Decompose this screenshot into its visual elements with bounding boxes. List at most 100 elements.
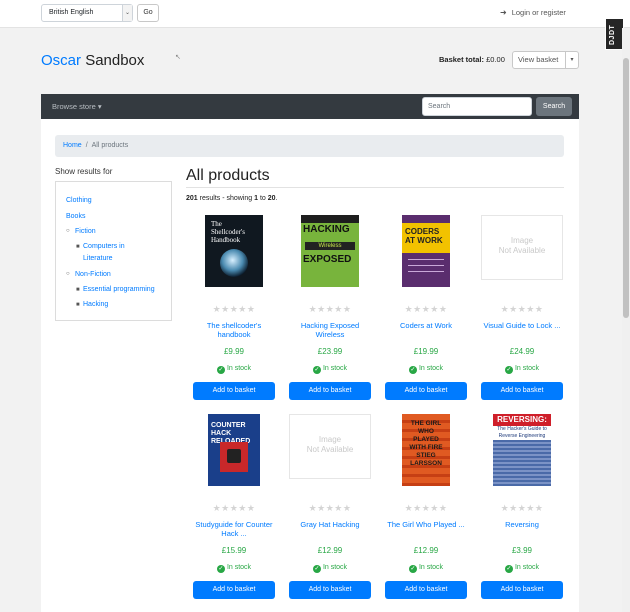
product-image[interactable]: COUNTER HACKRELOADED bbox=[208, 414, 260, 486]
product-image[interactable]: CODERS AT WORK bbox=[402, 215, 450, 287]
star-rating: ★★★★★ bbox=[212, 304, 256, 314]
breadcrumb: Home / All products bbox=[55, 135, 564, 157]
square-bullet-icon: ■ bbox=[76, 287, 80, 293]
sidebar-item-books[interactable]: Books bbox=[66, 213, 85, 220]
basket-total-value: £0.00 bbox=[486, 55, 505, 64]
navbar: Browse store ▾ Search Search bbox=[41, 94, 579, 119]
product-image[interactable]: Image Not Available bbox=[289, 414, 371, 479]
add-to-basket-button[interactable]: Add to basket bbox=[193, 382, 275, 400]
product-title[interactable]: The shellcoder's handbook bbox=[195, 321, 273, 339]
product-image[interactable]: The Shellcoder's Handbook bbox=[205, 215, 263, 287]
chevron-down-icon: ⌄ bbox=[122, 5, 132, 21]
add-to-basket-button[interactable]: Add to basket bbox=[481, 581, 563, 599]
image-not-available: Image Not Available bbox=[481, 215, 563, 280]
product-title[interactable]: Visual Guide to Lock ... bbox=[483, 321, 561, 330]
product-image[interactable]: REVERSING: The Hacker's Guide to Reverse … bbox=[493, 414, 551, 486]
add-to-basket-button[interactable]: Add to basket bbox=[481, 382, 563, 400]
sidebar-item-hacking[interactable]: Hacking bbox=[83, 301, 108, 308]
scrollbar-thumb[interactable] bbox=[623, 58, 629, 318]
caret-down-icon: ▾ bbox=[97, 102, 102, 111]
view-basket-button[interactable]: View basket ▾ bbox=[512, 51, 579, 69]
browse-store-dropdown[interactable]: Browse store ▾ bbox=[52, 102, 102, 111]
product-card: REVERSING: The Hacker's Guide to Reverse … bbox=[481, 414, 563, 600]
star-rating: ★★★★★ bbox=[404, 304, 448, 314]
product-image[interactable]: THE GIRL WHO PLAYED WITH FIRE STIEG LARSSON bbox=[402, 414, 450, 486]
brand-logo[interactable]: Oscar Sandbox bbox=[41, 52, 144, 69]
check-circle-icon: ✓ bbox=[408, 366, 417, 374]
add-to-basket-button[interactable]: Add to basket bbox=[193, 581, 275, 599]
stock-status: ✓ In stock bbox=[385, 365, 467, 374]
star-rating: ★★★★★ bbox=[404, 503, 448, 513]
basket-total-label: Basket total: bbox=[439, 55, 485, 64]
product-card: CODERS AT WORK ★★★★★ Coders at Work £19.9… bbox=[385, 215, 467, 401]
product-title[interactable]: Hacking Exposed Wireless bbox=[291, 321, 369, 339]
brand-main: Oscar bbox=[41, 52, 82, 69]
product-price: £12.99 bbox=[317, 546, 343, 555]
book-cover-girl-who-played: THE GIRL WHO PLAYED WITH FIRE STIEG LARSSON bbox=[402, 414, 450, 486]
star-rating: ★★★★★ bbox=[212, 503, 256, 513]
results-text: results - showing bbox=[199, 195, 253, 202]
product-title[interactable]: Studyguide for Counter Hack ... bbox=[195, 520, 273, 538]
sidebar-item-clothing[interactable]: Clothing bbox=[66, 197, 92, 204]
category-sidebar: Clothing Books ○ Fiction ■ Computers in … bbox=[55, 181, 172, 321]
login-link[interactable]: ➜ Login or register bbox=[500, 8, 566, 17]
sidebar-item-computers-in-literature-2[interactable]: Literature bbox=[83, 255, 113, 262]
stock-label: In stock bbox=[322, 564, 348, 571]
star-rating: ★★★★★ bbox=[500, 304, 544, 314]
results-from: 1 bbox=[254, 195, 259, 202]
search-input[interactable]: Search bbox=[422, 97, 532, 116]
sidebar-item-computers-in-literature-1[interactable]: Computers in bbox=[83, 243, 125, 250]
breadcrumb-separator: / bbox=[85, 142, 88, 149]
product-title[interactable]: Reversing bbox=[483, 520, 561, 529]
caret-down-icon[interactable]: ▾ bbox=[565, 52, 578, 68]
product-price: £12.99 bbox=[413, 546, 439, 555]
page-title: All products bbox=[186, 167, 270, 184]
circle-bullet-icon: ○ bbox=[66, 271, 70, 277]
sidebar-item-non-fiction[interactable]: Non-Fiction bbox=[75, 271, 111, 278]
add-to-basket-button[interactable]: Add to basket bbox=[289, 581, 371, 599]
product-card: The Shellcoder's Handbook ★★★★★ The shellc… bbox=[193, 215, 275, 401]
search-button[interactable]: Search bbox=[536, 97, 572, 116]
product-card: Image Not Available ★★★★★ Visual Guide to… bbox=[481, 215, 563, 401]
stock-label: In stock bbox=[226, 564, 252, 571]
page-scrollbar[interactable] bbox=[622, 28, 630, 612]
add-to-basket-button[interactable]: Add to basket bbox=[385, 382, 467, 400]
sidebar-item-fiction[interactable]: Fiction bbox=[75, 228, 96, 235]
product-title[interactable]: Coders at Work bbox=[387, 321, 465, 330]
view-basket-label: View basket bbox=[518, 55, 559, 64]
stock-status: ✓ In stock bbox=[289, 365, 371, 374]
sidebar-item-essential-programming[interactable]: Essential programming bbox=[83, 286, 155, 293]
go-button[interactable]: Go bbox=[137, 4, 159, 22]
star-rating: ★★★★★ bbox=[308, 503, 352, 513]
product-price: £9.99 bbox=[223, 347, 245, 356]
check-circle-icon: ✓ bbox=[504, 366, 513, 374]
stock-label: In stock bbox=[226, 365, 252, 372]
results-to-word: to bbox=[259, 195, 266, 202]
stock-status: ✓ In stock bbox=[289, 564, 371, 573]
brand-sub: Sandbox bbox=[85, 52, 145, 69]
stock-label: In stock bbox=[418, 365, 444, 372]
language-select[interactable]: British English ⌄ bbox=[41, 4, 133, 22]
divider bbox=[186, 187, 564, 188]
product-card: COUNTER HACKRELOADED ★★★★★ Studyguide fo… bbox=[193, 414, 275, 600]
star-rating: ★★★★★ bbox=[500, 503, 544, 513]
language-select-value: British English bbox=[49, 9, 94, 16]
stock-label: In stock bbox=[322, 365, 348, 372]
sidebar-title: Show results for bbox=[55, 167, 113, 176]
product-title[interactable]: Gray Hat Hacking bbox=[291, 520, 369, 529]
results-count: 201 bbox=[186, 195, 198, 202]
breadcrumb-home[interactable]: Home bbox=[63, 142, 82, 149]
stock-label: In stock bbox=[514, 564, 540, 571]
product-price: £23.99 bbox=[317, 347, 343, 356]
add-to-basket-button[interactable]: Add to basket bbox=[385, 581, 467, 599]
top-bar: British English ⌄ Go ➜ Login or register bbox=[0, 0, 630, 28]
book-cover-shellcoder: The Shellcoder's Handbook bbox=[205, 215, 263, 287]
product-image[interactable]: HACKING Wireless EXPOSED bbox=[301, 215, 359, 287]
check-circle-icon: ✓ bbox=[312, 565, 321, 573]
product-image[interactable]: Image Not Available bbox=[481, 215, 563, 280]
book-cover-reversing: REVERSING: The Hacker's Guide to Reverse … bbox=[493, 414, 551, 486]
product-price: £24.99 bbox=[509, 347, 535, 356]
product-title[interactable]: The Girl Who Played ... bbox=[387, 520, 465, 529]
sign-in-icon: ➜ bbox=[500, 8, 507, 17]
add-to-basket-button[interactable]: Add to basket bbox=[289, 382, 371, 400]
